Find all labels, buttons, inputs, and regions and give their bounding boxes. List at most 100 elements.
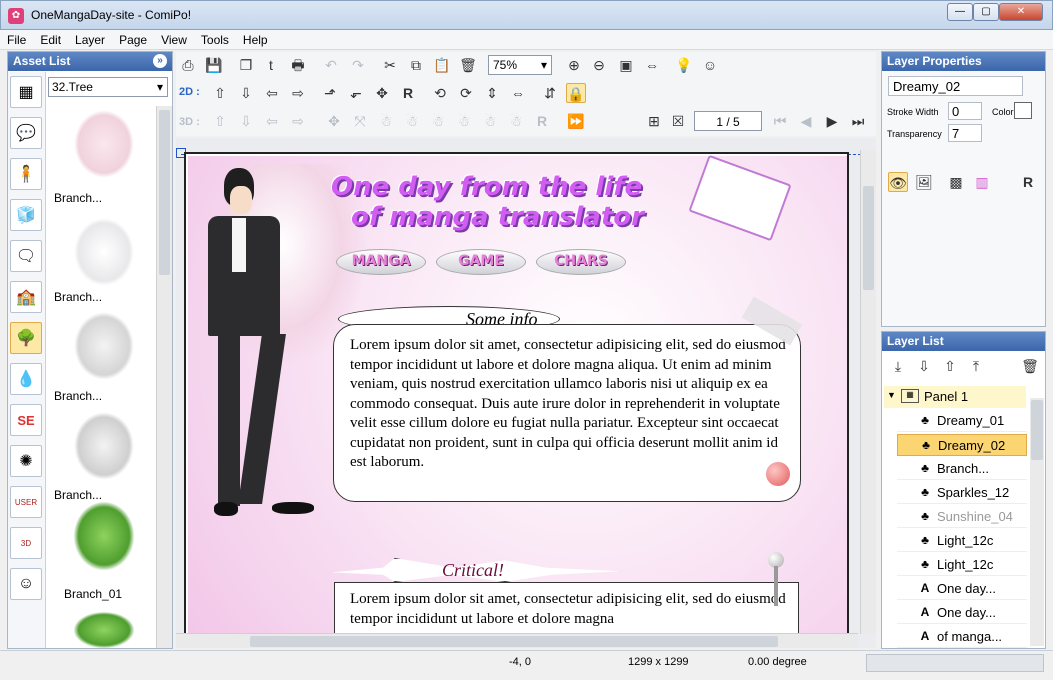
layer-row[interactable]: ♣ Branch... [897,458,1027,480]
arrow-right-icon[interactable]: ⇨ [288,83,308,103]
3d-right-icon[interactable]: ⇨ [288,111,308,131]
rotate-right-icon[interactable]: ⟳ [456,83,476,103]
layer-name-input[interactable]: Dreamy_02 [888,76,1023,96]
light-icon[interactable]: 💡 [674,55,694,75]
layer-row[interactable]: A One day... [897,578,1027,600]
layer-row[interactable]: ♣ Light_12c [897,530,1027,552]
redo-icon[interactable]: ↷ [348,55,368,75]
scroll-thumb[interactable] [159,110,170,275]
canvas-area[interactable]: One day from the life of manga translato… [176,138,876,648]
fit-width-icon[interactable]: ⇔ [642,55,662,75]
asset-thumbnail[interactable] [74,412,134,480]
zoom-out-icon[interactable]: ⊖ [589,55,609,75]
layer-order-icon[interactable]: ⇵ [540,83,560,103]
move-top-icon[interactable]: ⤒ [966,356,986,376]
expand-icon[interactable]: ▼ [887,390,896,400]
scroll-thumb[interactable] [250,636,778,647]
arrow-down-icon[interactable]: ⇩ [236,83,256,103]
speech-category-icon[interactable]: 🗨 [10,240,42,272]
prev-page-icon[interactable]: ◀ [796,111,816,131]
scroll-thumb[interactable] [863,186,874,290]
last-page-icon[interactable]: ⏭ [848,111,868,131]
reset-icon[interactable]: R [398,83,418,103]
save-icon[interactable]: 💾 [204,55,224,75]
rotate-left-icon[interactable]: ⟲ [430,83,450,103]
move-down-icon[interactable]: ⇩ [914,356,934,376]
sound-effect-category-icon[interactable]: SE [10,404,42,436]
nav-manga[interactable]: MANGA [336,249,426,275]
close-button[interactable]: ✕ [999,3,1043,21]
transparency-input[interactable]: 7 [948,124,982,142]
canvas-horizontal-scrollbar[interactable] [176,633,858,648]
menu-tools[interactable]: Tools [194,30,236,47]
pattern-icon[interactable]: ▩ [946,172,966,192]
scroll-thumb[interactable] [1031,400,1043,460]
next-page-icon[interactable]: ▶ [822,111,842,131]
twitter-icon[interactable]: t [261,55,281,75]
asset-thumbnail[interactable] [74,110,134,178]
minimize-button[interactable]: — [947,3,973,21]
eye-icon[interactable]: 👁 [888,172,908,192]
printer-icon[interactable]: 🖶 [288,55,308,75]
3d-down-icon[interactable]: ⇩ [236,111,256,131]
nav-game[interactable]: GAME [436,249,526,275]
color-swatch[interactable] [1014,102,1032,119]
comic-page[interactable]: One day from the life of manga translato… [184,152,849,648]
add-page-icon[interactable]: ⊞ [644,111,664,131]
menu-view[interactable]: View [154,30,194,47]
move-center-icon[interactable]: ✥ [372,83,392,103]
3d-figure-2-icon[interactable]: ☃ [402,111,422,131]
layer-scrollbar[interactable] [1030,398,1044,646]
3d-left-icon[interactable]: ⇦ [262,111,282,131]
balloon-category-icon[interactable]: 💬 [10,117,42,149]
menu-page[interactable]: Page [112,30,154,47]
asset-thumbnail[interactable] [74,502,134,570]
flip-vertical-icon[interactable]: ⇕ [482,83,502,103]
lock-icon[interactable]: 🔒 [566,83,586,103]
canvas-vertical-scrollbar[interactable] [860,150,876,634]
3d-object-category-icon[interactable]: 🧊 [10,199,42,231]
arrow-left-icon[interactable]: ⇦ [262,83,282,103]
drop-category-icon[interactable]: 💧 [10,363,42,395]
gradient-icon[interactable]: ▥ [972,172,992,192]
nav-chars[interactable]: CHARS [536,249,626,275]
fit-page-icon[interactable]: ▣ [616,55,636,75]
layer-row[interactable]: ♣ Sparkles_12 [897,482,1027,504]
zoom-select[interactable]: 75% ▾ [488,55,552,75]
page-indicator[interactable]: 1 / 5 [694,111,762,131]
maximize-button[interactable]: ▢ [973,3,999,21]
3d-forward-icon[interactable]: ⏩ [566,111,586,131]
layer-row[interactable]: ♣ Dreamy_02 [897,434,1027,456]
asset-thumbnail[interactable] [74,612,134,648]
3d-figure-5-icon[interactable]: ☃ [480,111,500,131]
flip-horizontal-icon[interactable]: ⇔ [508,83,528,103]
delete-page-icon[interactable]: ☒ [668,111,688,131]
layer-row[interactable]: ♣ Dreamy_01 [897,410,1027,432]
3d-pose-icon[interactable]: ✥ [324,111,344,131]
copy-icon[interactable]: ⧉ [406,55,426,75]
3d-figure-4-icon[interactable]: ☃ [454,111,474,131]
menu-layer[interactable]: Layer [68,30,112,47]
layer-row[interactable]: A One day... [897,602,1027,624]
move-in-icon[interactable]: ⬐ [346,83,366,103]
menu-help[interactable]: Help [236,30,275,47]
zoom-in-icon[interactable]: ⊕ [564,55,584,75]
move-up-icon[interactable]: ⇧ [940,356,960,376]
user-3d-category-icon[interactable]: 3D [10,527,42,559]
arrow-up-icon[interactable]: ⇧ [210,83,230,103]
asset-thumbnail[interactable] [74,312,134,380]
layer-row[interactable]: ♣ Light_12c [897,554,1027,576]
menu-file[interactable]: File [0,30,33,47]
trash-icon[interactable]: 🗑 [458,55,478,75]
flash-category-icon[interactable]: ✺ [10,445,42,477]
user-category-icon[interactable]: USER [10,486,42,518]
asset-thumbnail[interactable] [74,218,134,286]
3d-figure-3-icon[interactable]: ☃ [428,111,448,131]
face-category-icon[interactable]: ☺ [10,568,42,600]
3d-scale-icon[interactable]: ⤧ [350,111,370,131]
layer-group-row[interactable]: ▼ ▦ Panel 1 [884,386,1026,408]
move-out-icon[interactable]: ⬏ [320,83,340,103]
character-face-icon[interactable]: ☺ [700,55,720,75]
asset-category-select[interactable]: 32.Tree ▾ [48,77,168,97]
cut-icon[interactable]: ✂ [380,55,400,75]
